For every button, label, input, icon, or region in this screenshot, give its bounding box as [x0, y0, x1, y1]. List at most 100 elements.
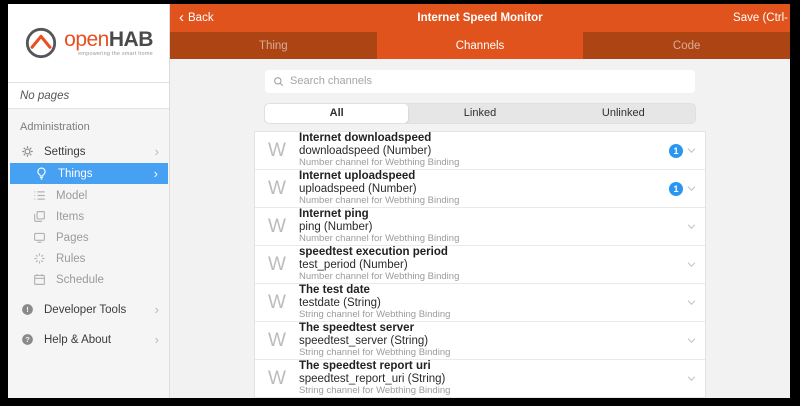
chevron-down-icon[interactable]	[686, 145, 697, 156]
channel-row[interactable]: W The speedtest report uri speedtest_rep…	[255, 360, 705, 398]
channel-row[interactable]: W Internet uploadspeed uploadspeed (Numb…	[255, 170, 705, 208]
sidebar-item-label: Schedule	[56, 274, 159, 286]
sidebar-item-label: Help & About	[44, 334, 155, 346]
linked-count-badge: 1	[669, 144, 683, 158]
filter-label: Unlinked	[602, 107, 645, 119]
sidebar-item-items[interactable]: Items	[8, 206, 169, 227]
channel-row[interactable]: W The test date testdate (String) String…	[255, 284, 705, 322]
sidebar-item-label: Pages	[56, 232, 159, 244]
brand-text: openHAB	[64, 29, 153, 50]
channel-row[interactable]: W Internet ping ping (Number) Number cha…	[255, 208, 705, 246]
search-icon	[273, 76, 284, 87]
channel-description: String channel for Webthing Binding	[299, 386, 686, 397]
channel-description: Number channel for Webthing Binding	[299, 158, 669, 169]
tabbar: Thing Channels Code	[170, 32, 790, 59]
back-label: Back	[188, 12, 214, 24]
chevron-right-icon: ›	[155, 145, 159, 158]
sidebar-item-label: Items	[56, 211, 159, 223]
channel-title: The speedtest server	[299, 322, 686, 335]
sidebar-item-label: Model	[56, 190, 159, 202]
binding-letter-icon: W	[255, 140, 299, 162]
sidebar-item-schedule[interactable]: Schedule	[8, 269, 169, 290]
sidebar-item-pages[interactable]: Pages	[8, 227, 169, 248]
filter-segmented-control: All Linked Unlinked	[264, 103, 696, 124]
sidebar-item-label: Settings	[44, 146, 155, 158]
binding-letter-icon: W	[255, 254, 299, 276]
gear-icon	[20, 144, 35, 159]
search-input[interactable]	[290, 75, 687, 87]
save-button[interactable]: Save (Ctrl-	[733, 12, 790, 24]
sidebar-item-label: Things	[58, 168, 154, 180]
channel-title: Internet uploadspeed	[299, 170, 669, 183]
channel-row[interactable]: W Internet downloadspeed downloadspeed (…	[255, 132, 705, 170]
tab-label: Code	[673, 40, 701, 52]
channel-title: speedtest execution period	[299, 246, 686, 259]
channel-description: String channel for Webthing Binding	[299, 310, 686, 321]
channel-title: The test date	[299, 284, 686, 297]
openhab-window: openHAB empowering the smart home No pag…	[8, 4, 790, 398]
back-chevron-icon: ‹	[179, 10, 184, 25]
svg-text:!: !	[26, 305, 29, 314]
filter-linked[interactable]: Linked	[408, 104, 551, 123]
filter-all[interactable]: All	[265, 104, 408, 123]
binding-letter-icon: W	[255, 292, 299, 314]
channel-list: W Internet downloadspeed downloadspeed (…	[254, 131, 706, 398]
sidebar-item-model[interactable]: Model	[8, 185, 169, 206]
openhab-logo: openHAB empowering the smart home	[8, 4, 169, 82]
model-icon	[32, 188, 47, 203]
chevron-right-icon: ›	[155, 333, 159, 346]
svg-text:?: ?	[25, 335, 30, 344]
brand-tagline: empowering the smart home	[78, 51, 153, 57]
channel-title: Internet downloadspeed	[299, 132, 669, 145]
sidebar-item-settings[interactable]: Settings ›	[8, 141, 169, 162]
rules-icon	[32, 251, 47, 266]
sidebar-item-help-about[interactable]: ? Help & About ›	[8, 329, 169, 350]
channel-title: Internet ping	[299, 208, 686, 221]
binding-letter-icon: W	[255, 216, 299, 238]
channel-description: Number channel for Webthing Binding	[299, 234, 686, 245]
binding-letter-icon: W	[255, 178, 299, 200]
channel-row[interactable]: W The speedtest server speedtest_server …	[255, 322, 705, 360]
sidebar: openHAB empowering the smart home No pag…	[8, 4, 170, 398]
sidebar-item-rules[interactable]: Rules	[8, 248, 169, 269]
page-title: Internet Speed Monitor	[170, 12, 790, 24]
admin-section-label: Administration	[8, 117, 169, 141]
tab-code[interactable]: Code	[583, 32, 790, 59]
channel-description: Number channel for Webthing Binding	[299, 196, 669, 207]
channel-description: Number channel for Webthing Binding	[299, 272, 686, 283]
pages-icon	[32, 230, 47, 245]
filter-label: Linked	[464, 107, 496, 119]
tab-thing[interactable]: Thing	[170, 32, 377, 59]
filter-label: All	[330, 107, 344, 119]
chevron-down-icon[interactable]	[686, 221, 697, 232]
navbar: ‹ Back Internet Speed Monitor Save (Ctrl…	[170, 4, 790, 32]
sidebar-item-developer-tools[interactable]: ! Developer Tools ›	[8, 299, 169, 320]
main-panel: ‹ Back Internet Speed Monitor Save (Ctrl…	[170, 4, 790, 398]
sidebar-item-things[interactable]: Things ›	[10, 163, 168, 184]
developer-tools-icon: !	[20, 302, 35, 317]
search-bar[interactable]	[265, 70, 695, 93]
tab-label: Channels	[456, 40, 505, 52]
chevron-down-icon[interactable]	[686, 373, 697, 384]
schedule-icon	[32, 272, 47, 287]
chevron-down-icon[interactable]	[686, 259, 697, 270]
channels-content: All Linked Unlinked W Internet downloads…	[170, 59, 790, 398]
sidebar-item-label: Developer Tools	[44, 304, 155, 316]
chevron-down-icon[interactable]	[686, 183, 697, 194]
tab-label: Thing	[259, 40, 288, 52]
binding-letter-icon: W	[255, 368, 299, 390]
channel-row[interactable]: W speedtest execution period test_period…	[255, 246, 705, 284]
filter-unlinked[interactable]: Unlinked	[552, 104, 695, 123]
back-button[interactable]: ‹ Back	[170, 12, 214, 25]
channel-description: String channel for Webthing Binding	[299, 348, 686, 359]
chevron-down-icon[interactable]	[686, 297, 697, 308]
linked-count-badge: 1	[669, 182, 683, 196]
chevron-down-icon[interactable]	[686, 335, 697, 346]
chevron-right-icon: ›	[154, 167, 158, 180]
sidebar-nav: Administration Settings › Things › Model	[8, 109, 169, 350]
openhab-logo-icon	[24, 26, 58, 60]
items-icon	[32, 209, 47, 224]
binding-letter-icon: W	[255, 330, 299, 352]
lightbulb-icon	[34, 166, 49, 181]
tab-channels[interactable]: Channels	[377, 32, 584, 59]
